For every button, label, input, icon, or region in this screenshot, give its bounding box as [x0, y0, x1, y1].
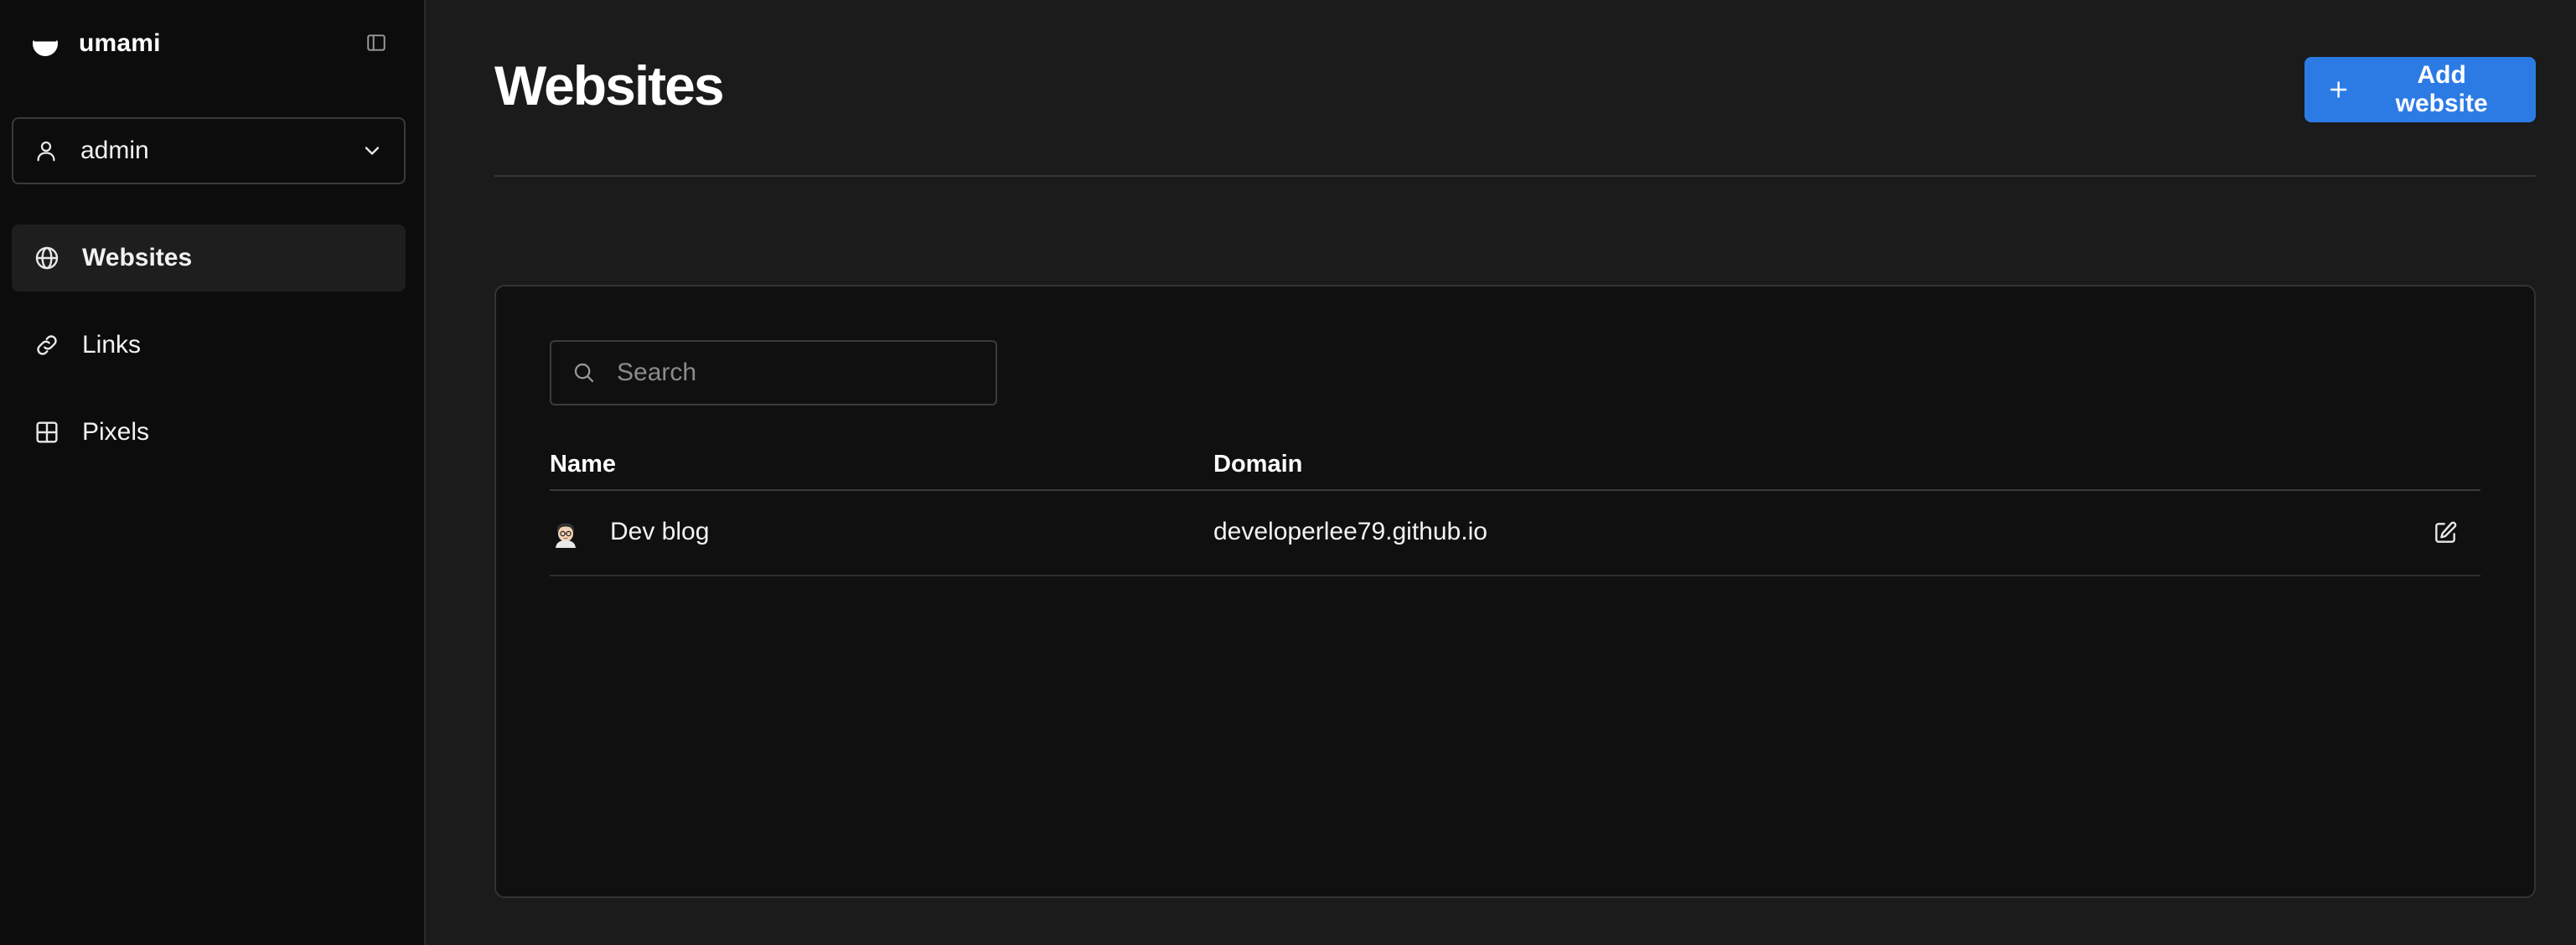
website-name-cell: Dev blog: [550, 516, 709, 548]
sidebar: umami admin Websites Links Pixels: [0, 0, 426, 945]
sidebar-item-links[interactable]: Links: [12, 312, 406, 379]
app-name: umami: [79, 29, 161, 57]
brand[interactable]: umami: [30, 25, 161, 62]
user-icon: [37, 141, 55, 162]
sidebar-toggle-icon: [367, 34, 385, 51]
main-content: Websites Add website Name Domain: [427, 0, 2576, 945]
plus-icon: [2330, 81, 2347, 98]
website-domain: developerlee79.github.io: [1213, 518, 1487, 545]
search-input[interactable]: [615, 358, 975, 388]
websites-table: Name Domain Dev blog developerlee79.gith…: [550, 441, 2480, 576]
umami-logo-icon: [33, 29, 58, 56]
sidebar-item-pixels[interactable]: Pixels: [12, 399, 406, 466]
chevron-down-icon: [365, 147, 380, 155]
add-website-label: Add website: [2395, 61, 2488, 117]
collapse-sidebar-button[interactable]: [364, 30, 389, 55]
link-icon: [37, 335, 57, 355]
search-box: [550, 340, 997, 405]
sidebar-item-websites[interactable]: Websites: [12, 225, 406, 292]
account-selector[interactable]: admin: [12, 117, 406, 184]
edit-icon: [2435, 521, 2457, 543]
table-row[interactable]: Dev blog developerlee79.github.io: [550, 491, 2480, 576]
column-header-domain: Domain: [1213, 451, 1303, 478]
sidebar-nav: Websites Links Pixels: [12, 225, 406, 486]
globe-icon: [35, 246, 59, 270]
page-title: Websites: [494, 54, 725, 116]
add-website-button[interactable]: Add website: [2304, 57, 2536, 122]
header-divider: [494, 175, 2536, 177]
sidebar-item-label: Websites: [82, 244, 193, 271]
edit-website-button[interactable]: [2430, 518, 2460, 548]
sidebar-item-label: Pixels: [82, 418, 150, 446]
search-icon: [574, 363, 594, 383]
grid-icon: [36, 421, 58, 443]
sidebar-item-label: Links: [82, 331, 142, 359]
website-name: Dev blog: [610, 518, 710, 545]
column-header-name: Name: [550, 451, 616, 478]
website-avatar-icon: [551, 517, 581, 548]
table-header: Name Domain: [550, 441, 2480, 491]
account-name: admin: [80, 137, 149, 164]
websites-card: Name Domain Dev blo: [494, 285, 2536, 898]
